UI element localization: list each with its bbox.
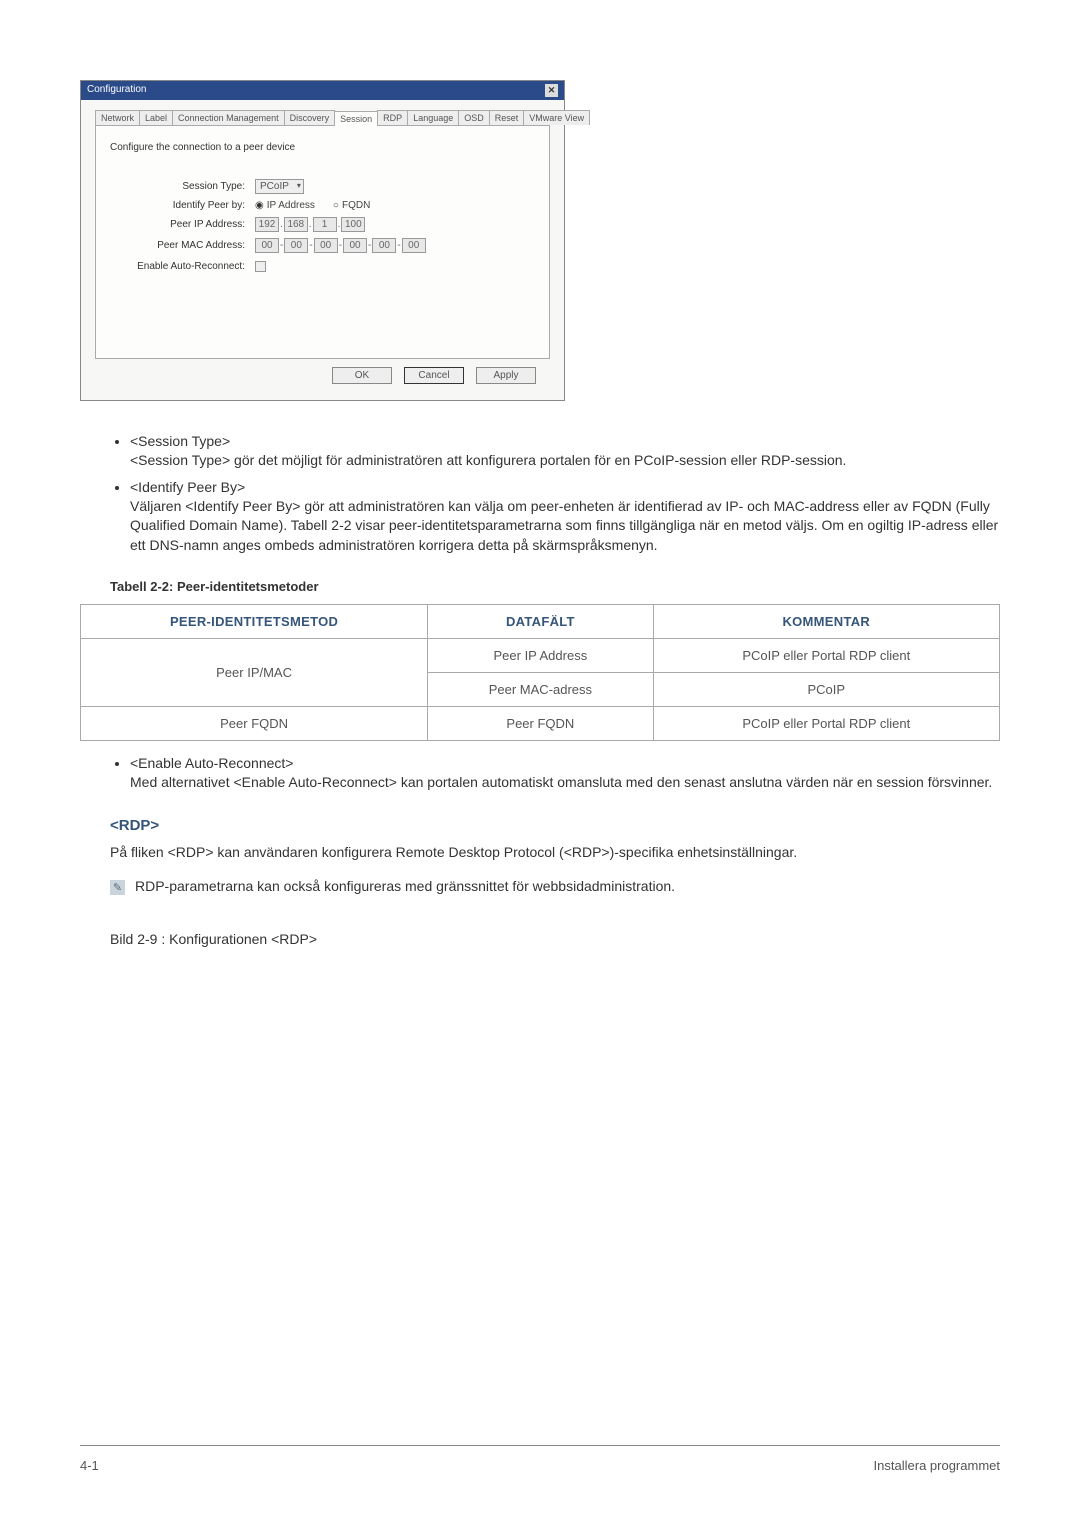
tab-connection-management[interactable]: Connection Management (172, 110, 285, 125)
mac-6[interactable]: 00 (402, 238, 426, 253)
ok-button[interactable]: OK (332, 367, 392, 384)
cell-field: Peer MAC-adress (428, 673, 653, 707)
close-icon[interactable]: ✕ (545, 84, 558, 97)
ip-octet-4[interactable]: 100 (341, 217, 365, 232)
radio-fqdn-label: FQDN (342, 200, 370, 211)
list-item: <Session Type> <Session Type> gör det mö… (130, 433, 1000, 471)
tab-language[interactable]: Language (407, 110, 459, 125)
dialog-tabs: Network Label Connection Management Disc… (95, 110, 550, 126)
peer-identity-table: PEER-IDENTITETSMETOD DATAFÄLT KOMMENTAR … (80, 604, 1000, 741)
item-title: <Enable Auto-Reconnect> (130, 755, 293, 771)
auto-reconnect-checkbox[interactable] (255, 261, 266, 272)
footer-left: 4-1 (80, 1458, 99, 1473)
cell-field: Peer IP Address (428, 639, 653, 673)
tab-discovery[interactable]: Discovery (284, 110, 336, 125)
ip-octet-1[interactable]: 192 (255, 217, 279, 232)
ip-octet-2[interactable]: 168 (284, 217, 308, 232)
dialog-title-text: Configuration (87, 84, 146, 97)
item-desc: Väljaren <Identify Peer By> gör att admi… (130, 497, 1000, 556)
table-row: Peer IP/MAC Peer IP Address PCoIP eller … (81, 639, 1000, 673)
label-session-type: Session Type: (110, 181, 245, 192)
dialog-titlebar: Configuration ✕ (81, 81, 564, 100)
rdp-heading: <RDP> (110, 817, 1000, 834)
dialog-intro: Configure the connection to a peer devic… (110, 142, 535, 153)
table-caption: Tabell 2-2: Peer-identitetsmetoder (110, 579, 1000, 594)
ip-octet-3[interactable]: 1 (313, 217, 337, 232)
mac-1[interactable]: 00 (255, 238, 279, 253)
rdp-desc: På fliken <RDP> kan användaren konfigure… (110, 844, 1000, 860)
th-method: PEER-IDENTITETSMETOD (81, 605, 428, 639)
cell-comment: PCoIP eller Portal RDP client (653, 639, 999, 673)
radio-ip-label: IP Address (267, 200, 315, 211)
tab-reset[interactable]: Reset (489, 110, 525, 125)
cancel-button[interactable]: Cancel (404, 367, 464, 384)
cell-comment: PCoIP eller Portal RDP client (653, 707, 999, 741)
cell-field: Peer FQDN (428, 707, 653, 741)
mac-2[interactable]: 00 (284, 238, 308, 253)
configuration-dialog: Configuration ✕ Network Label Connection… (80, 80, 565, 401)
tab-vmware-view[interactable]: VMware View (523, 110, 590, 125)
tab-content-session: Configure the connection to a peer devic… (95, 126, 550, 359)
cell-method: Peer IP/MAC (81, 639, 428, 707)
item-desc: Med alternativet <Enable Auto-Reconnect>… (130, 773, 1000, 793)
label-peer-ip: Peer IP Address: (110, 219, 245, 230)
item-title: <Session Type> (130, 433, 230, 449)
note-text: RDP-parametrarna kan också konfigureras … (135, 878, 675, 894)
tab-osd[interactable]: OSD (458, 110, 490, 125)
cell-comment: PCoIP (653, 673, 999, 707)
cell-method: Peer FQDN (81, 707, 428, 741)
mac-5[interactable]: 00 (372, 238, 396, 253)
figure-caption: Bild 2-9 : Konfigurationen <RDP> (110, 931, 1000, 947)
tab-network[interactable]: Network (95, 110, 140, 125)
session-type-select[interactable]: PCoIP (255, 179, 304, 194)
list-item: <Enable Auto-Reconnect> Med alternativet… (130, 755, 1000, 793)
th-comment: KOMMENTAR (653, 605, 999, 639)
note-icon: ✎ (110, 880, 125, 895)
label-peer-mac: Peer MAC Address: (110, 240, 245, 251)
tab-label[interactable]: Label (139, 110, 173, 125)
label-auto-reconnect: Enable Auto-Reconnect: (110, 261, 245, 272)
feature-list-2: <Enable Auto-Reconnect> Med alternativet… (130, 755, 1000, 793)
list-item: <Identify Peer By> Väljaren <Identify Pe… (130, 479, 1000, 556)
radio-fqdn[interactable]: ○ (333, 200, 339, 211)
item-title: <Identify Peer By> (130, 479, 245, 495)
tab-session[interactable]: Session (334, 111, 378, 126)
tab-rdp[interactable]: RDP (377, 110, 408, 125)
mac-4[interactable]: 00 (343, 238, 367, 253)
th-field: DATAFÄLT (428, 605, 653, 639)
apply-button[interactable]: Apply (476, 367, 536, 384)
radio-ip-address[interactable]: ◉ (255, 200, 264, 211)
feature-list-1: <Session Type> <Session Type> gör det mö… (130, 433, 1000, 555)
footer-right: Installera programmet (874, 1458, 1000, 1473)
rdp-note: ✎ RDP-parametrarna kan också konfigurera… (110, 878, 1000, 895)
table-row: Peer FQDN Peer FQDN PCoIP eller Portal R… (81, 707, 1000, 741)
item-desc: <Session Type> gör det möjligt för admin… (130, 451, 1000, 471)
page-footer: 4-1 Installera programmet (80, 1445, 1000, 1473)
mac-3[interactable]: 00 (314, 238, 338, 253)
label-identify-peer: Identify Peer by: (110, 200, 245, 211)
